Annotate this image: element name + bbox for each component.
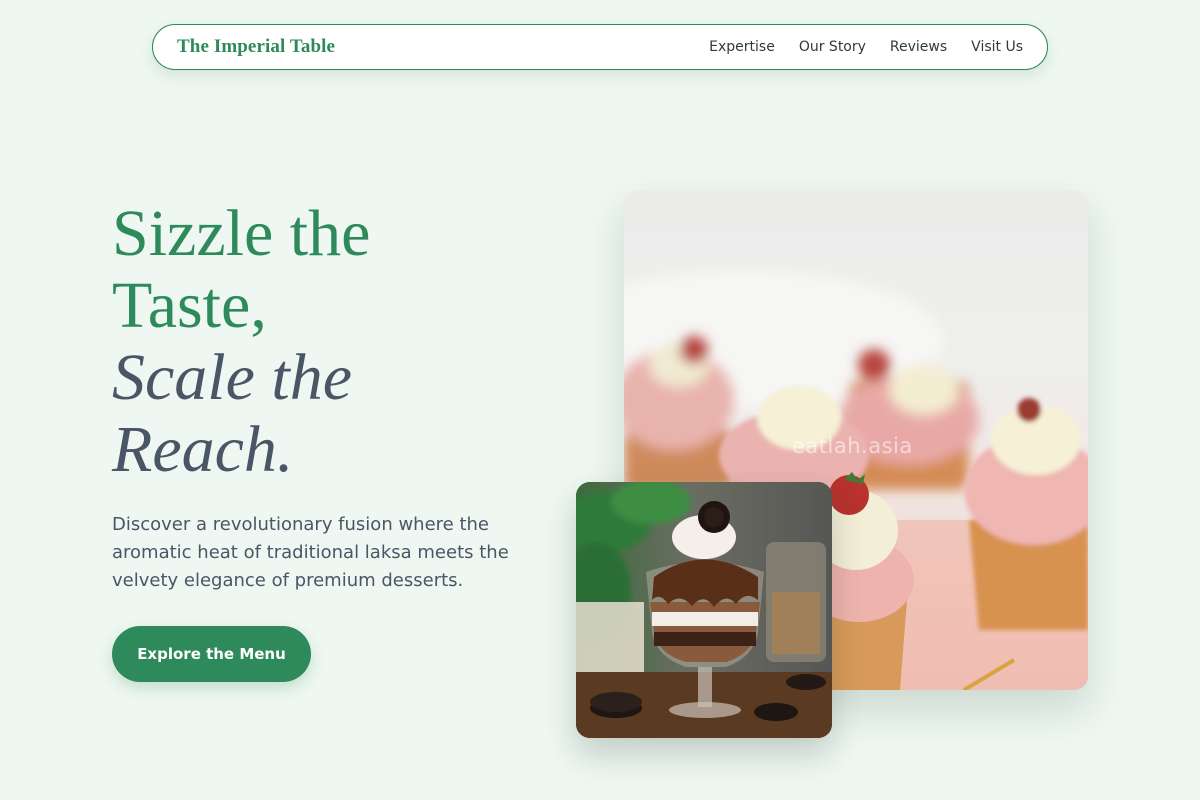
hero-description: Discover a revolutionary fusion where th… bbox=[112, 514, 509, 591]
brand-logo[interactable]: The Imperial Table bbox=[177, 36, 335, 58]
nav-link-reviews[interactable]: Reviews bbox=[890, 39, 947, 55]
hero-title-line-1: Sizzle the bbox=[112, 197, 371, 270]
nav-links: Expertise Our Story Reviews Visit Us bbox=[709, 39, 1023, 55]
nav-link-expertise[interactable]: Expertise bbox=[709, 39, 775, 55]
explore-menu-button[interactable]: Explore the Menu bbox=[112, 626, 311, 682]
hero-title: Sizzle the Taste, Scale the Reach. bbox=[112, 198, 552, 486]
parfait-illustration bbox=[576, 482, 832, 738]
nav-link-our-story[interactable]: Our Story bbox=[799, 39, 866, 55]
navbar: The Imperial Table Expertise Our Story R… bbox=[152, 24, 1048, 70]
nav-link-visit-us[interactable]: Visit Us bbox=[971, 39, 1023, 55]
hero-title-line-3: Scale the bbox=[112, 341, 353, 414]
photo-watermark: eatlah.asia bbox=[792, 434, 913, 458]
hero-title-line-4: Reach. bbox=[112, 413, 294, 486]
hero-title-line-2: Taste, bbox=[112, 269, 267, 342]
parfait-photo bbox=[576, 482, 832, 738]
